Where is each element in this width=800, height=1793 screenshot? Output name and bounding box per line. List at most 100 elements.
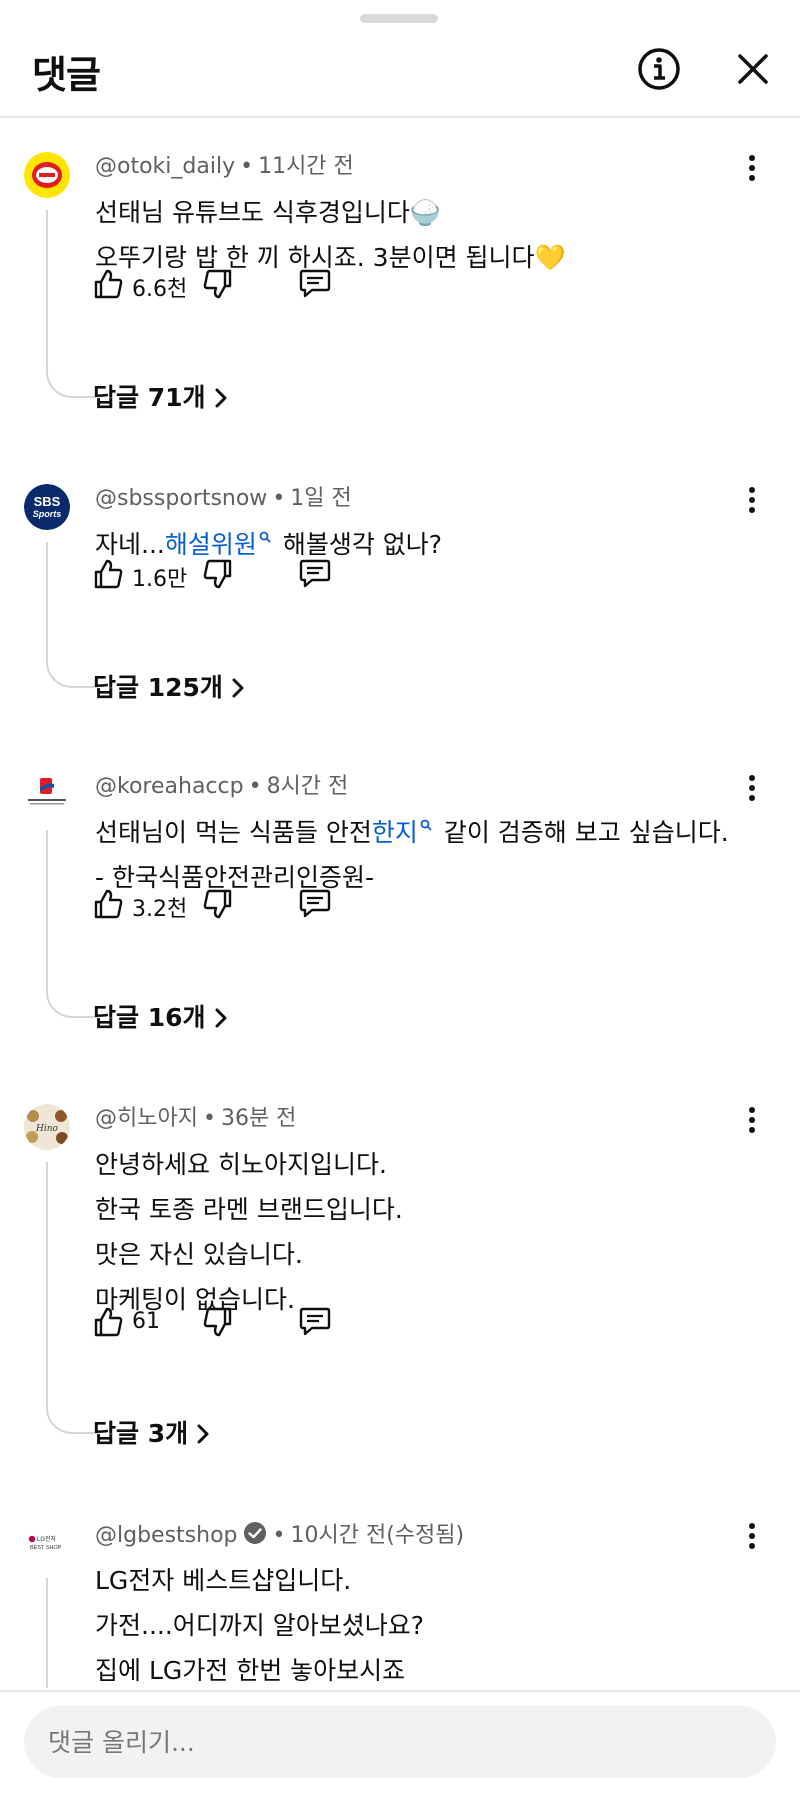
search-icon	[259, 531, 271, 543]
author-name[interactable]: @koreahaccp	[95, 774, 244, 799]
svg-text:Sports: Sports	[33, 509, 62, 519]
avatar[interactable]	[24, 152, 70, 198]
comment-meta: @lgbestshop • 10시간 전(수정됨)	[95, 1520, 464, 1551]
like-button[interactable]: 1.6만	[92, 554, 202, 594]
comment-line: 가전....어디까지 알아보셨나요?	[95, 1611, 425, 1640]
replies-label: 답글 125개	[93, 673, 223, 702]
thumb-up-icon	[94, 1307, 123, 1337]
comment-line: 선태님 유튜브도 식후경입니다🍚	[95, 198, 442, 227]
more-vert-icon	[749, 1523, 755, 1549]
comment-meta: @otoki_daily • 11시간 전	[95, 154, 354, 179]
thread-line	[46, 1162, 98, 1434]
thumb-up-icon	[94, 889, 123, 919]
more-vert-icon	[749, 155, 755, 181]
avatar[interactable]: LG전자 BEST SHOP	[24, 1520, 70, 1566]
thumb-down-icon	[203, 559, 232, 589]
more-vert-icon	[749, 775, 755, 801]
thread-line	[46, 542, 98, 688]
timestamp: 36분 전	[220, 1106, 297, 1131]
comment-text-part: 선태님이 먹는 식품들 안전	[95, 818, 372, 847]
more-options-button[interactable]	[740, 480, 764, 520]
thread-line	[46, 1578, 98, 1688]
avatar[interactable]: Hino	[24, 1104, 70, 1150]
author-name[interactable]: @sbssportsnow	[95, 486, 267, 511]
comment-actions: 1.6만	[92, 554, 392, 594]
dislike-button[interactable]	[202, 1302, 242, 1342]
comments-header: 댓글	[0, 0, 800, 118]
comment-text: 안녕하세요 히노아지입니다. 한국 토종 라멘 브랜드입니다. 맛은 자신 있습…	[95, 1142, 403, 1322]
comment-line: 집에 LG가전 한번 놓아보시죠	[95, 1656, 406, 1685]
thumb-up-icon	[94, 559, 123, 589]
author-name[interactable]: @lgbestshop	[95, 1523, 238, 1548]
more-vert-icon	[749, 1107, 755, 1133]
svg-text:BEST SHOP: BEST SHOP	[30, 1545, 62, 1551]
reply-button[interactable]	[298, 1302, 338, 1342]
like-button[interactable]: 6.6천	[92, 264, 202, 304]
comment-actions: 3.2천	[92, 884, 392, 924]
more-options-button[interactable]	[740, 1516, 764, 1556]
replies-label: 답글 71개	[93, 383, 206, 412]
close-button[interactable]	[730, 46, 776, 92]
view-replies-button[interactable]: 답글 125개	[93, 668, 245, 704]
comment-meta: @koreahaccp • 8시간 전	[95, 774, 349, 799]
like-button[interactable]: 61	[92, 1302, 202, 1342]
chevron-right-icon	[215, 388, 226, 408]
timestamp: 8시간 전	[266, 774, 349, 799]
comment-line: 안녕하세요 히노아지입니다.	[95, 1150, 387, 1179]
svg-text:Hino: Hino	[35, 1124, 59, 1134]
comment-text-part: 같이 검증해 보고 싶습니다.	[443, 818, 729, 847]
more-vert-icon	[749, 487, 755, 513]
comment-list[interactable]: @otoki_daily • 11시간 전 선태님 유튜브도 식후경입니다🍚 오뚜기…	[0, 120, 800, 1688]
reply-button[interactable]	[298, 264, 338, 304]
info-icon	[638, 48, 680, 90]
dislike-button[interactable]	[202, 884, 242, 924]
timestamp: 11시간 전	[258, 154, 354, 179]
avatar[interactable]	[24, 772, 70, 818]
more-options-button[interactable]	[740, 768, 764, 808]
dislike-button[interactable]	[202, 554, 242, 594]
close-icon	[738, 54, 768, 84]
comment-icon	[299, 889, 331, 918]
reply-button[interactable]	[298, 554, 338, 594]
timestamp: 10시간 전(수정됨)	[290, 1523, 465, 1548]
comment-meta: @sbssportsnow • 1일 전	[95, 486, 352, 511]
like-count: 1.6만	[132, 567, 188, 592]
reply-button[interactable]	[298, 884, 338, 924]
dislike-button[interactable]	[202, 264, 242, 304]
replies-label: 답글 16개	[93, 1003, 206, 1032]
comment-meta: @히노아지 • 36분 전	[95, 1106, 297, 1131]
author-name[interactable]: @otoki_daily	[95, 154, 235, 179]
replies-label: 답글 3개	[93, 1419, 189, 1448]
search-link[interactable]: 한지	[372, 818, 418, 847]
more-options-button[interactable]	[740, 1100, 764, 1140]
thumb-down-icon	[203, 889, 232, 919]
like-count: 61	[132, 1309, 160, 1334]
avatar[interactable]: SBS Sports	[24, 484, 70, 530]
comment-line: LG전자 베스트샵입니다.	[95, 1566, 352, 1595]
timestamp: 1일 전	[290, 486, 352, 511]
more-options-button[interactable]	[740, 148, 764, 188]
comment-line: 한국 토종 라멘 브랜드입니다.	[95, 1195, 403, 1224]
comment-line: 맛은 자신 있습니다.	[95, 1240, 303, 1269]
thread-line	[46, 830, 98, 1018]
comment-actions: 6.6천	[92, 264, 392, 304]
info-button[interactable]	[636, 46, 682, 92]
view-replies-button[interactable]: 답글 3개	[93, 1414, 210, 1450]
author-name[interactable]: @히노아지	[95, 1106, 198, 1131]
comment-actions: 61	[92, 1302, 392, 1342]
like-count: 3.2천	[132, 897, 188, 922]
view-replies-button[interactable]: 답글 71개	[93, 378, 228, 414]
page-title: 댓글	[32, 53, 101, 97]
like-button[interactable]: 3.2천	[92, 884, 202, 924]
thread-line	[46, 210, 98, 398]
comment-composer	[0, 1690, 800, 1793]
comment-icon	[299, 269, 331, 298]
comment-input[interactable]	[24, 1706, 776, 1778]
comment-icon	[299, 559, 331, 588]
chevron-right-icon	[197, 1424, 209, 1444]
search-icon	[420, 819, 432, 831]
svg-text:LG전자: LG전자	[37, 1535, 57, 1543]
svg-text:SBS: SBS	[34, 494, 61, 509]
view-replies-button[interactable]: 답글 16개	[93, 998, 228, 1034]
comment-icon	[299, 1307, 331, 1336]
